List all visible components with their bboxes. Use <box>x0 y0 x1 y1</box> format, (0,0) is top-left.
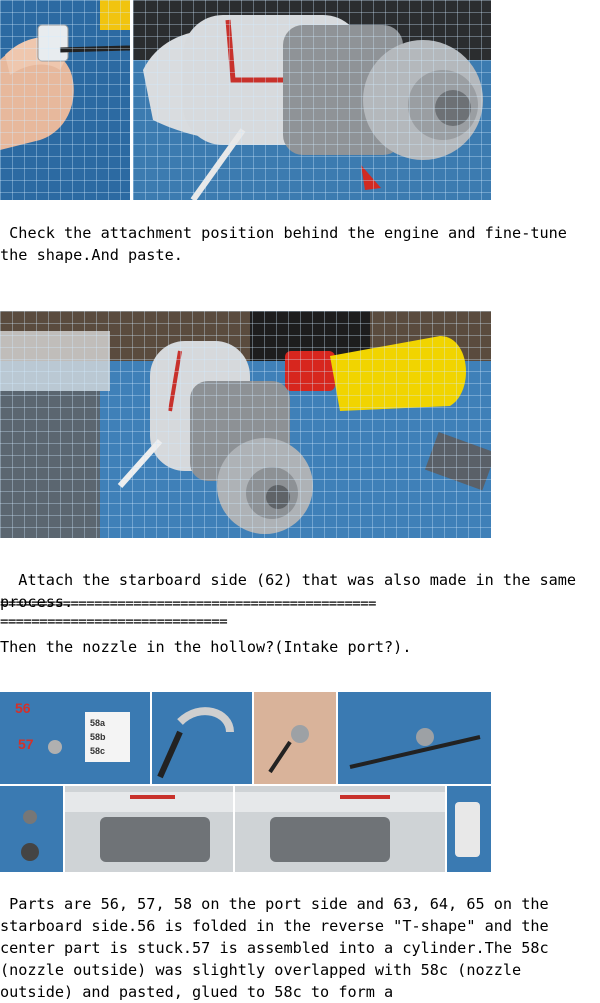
nozzle-parts-collage <box>0 692 491 872</box>
label-part-58a: 58a <box>90 718 106 728</box>
separator-line-1: ========================================… <box>0 596 376 612</box>
paragraph-nozzle-intro: Then the nozzle in the hollow?(Intake po… <box>0 638 412 656</box>
photo-attachment-check-right <box>133 0 491 200</box>
label-part-57: 57 <box>18 736 34 752</box>
label-part-58c: 58c <box>90 746 106 756</box>
photo-attachment-check-left <box>0 0 130 200</box>
paragraph-attachment-check: Check the attachment position behind the… <box>0 224 577 264</box>
label-part-58b: 58b <box>90 732 106 742</box>
label-part-56: 56 <box>15 700 31 716</box>
photo-starboard-attached <box>0 311 491 538</box>
paragraph-nozzle-parts: Parts are 56, 57, 58 on the port side an… <box>0 895 558 1001</box>
separator-line-2: ============================= <box>0 614 228 630</box>
photo-nozzle-parts-grid: 56 57 58a 58b 58c <box>0 692 491 872</box>
